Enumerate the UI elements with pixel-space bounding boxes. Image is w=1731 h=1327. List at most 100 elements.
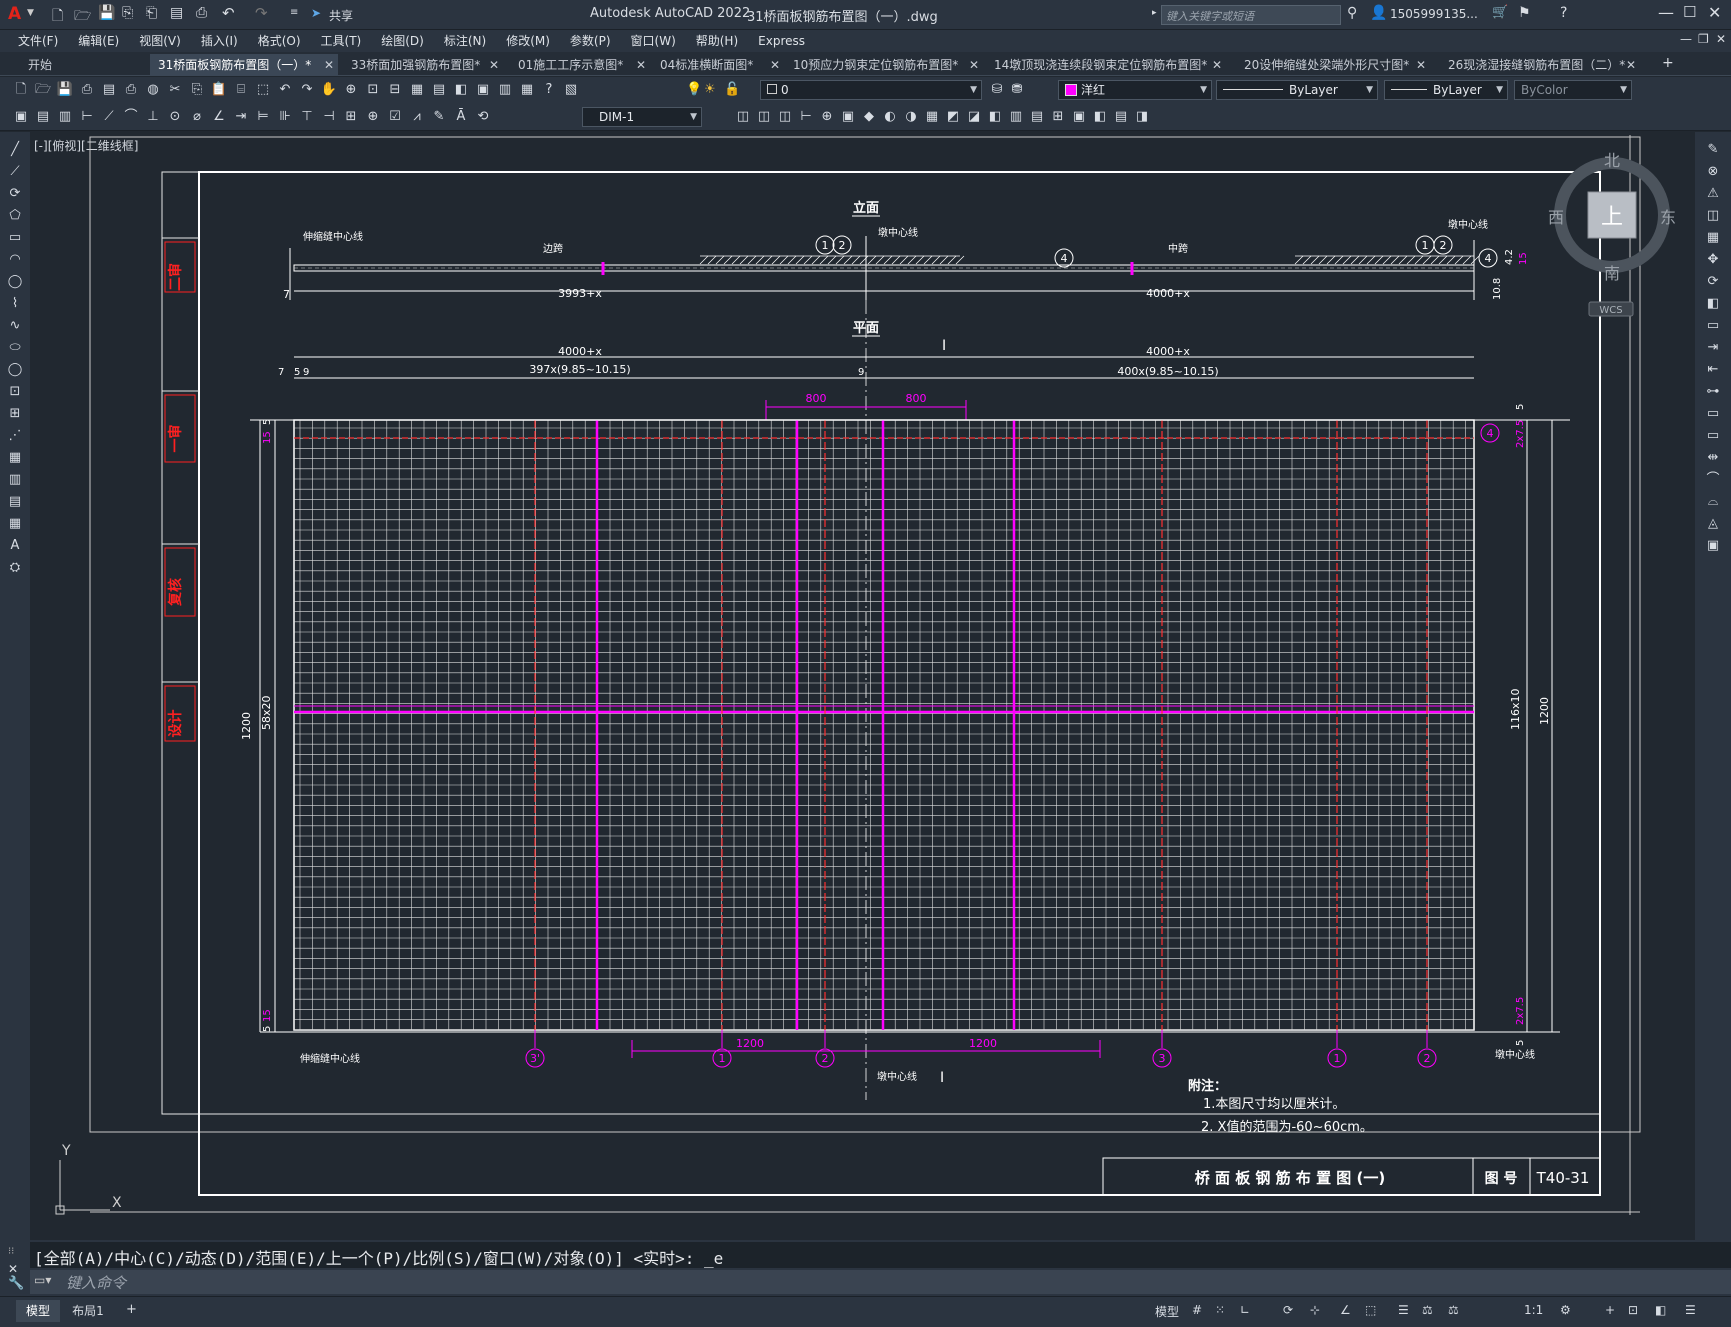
dim-linear-icon[interactable]: ⊢ (78, 109, 96, 125)
auto-scale-icon[interactable]: ⚖ (1448, 1303, 1459, 1317)
left-tool-6-icon[interactable]: ◯ (6, 274, 24, 290)
qat-redo-icon[interactable]: ↷ (255, 4, 268, 22)
t2-2-icon[interactable]: ◫ (755, 109, 773, 125)
dim-angular-icon[interactable]: ∠ (210, 109, 228, 125)
dim-space-icon[interactable]: ⊤ (298, 109, 316, 125)
center-mark-icon[interactable]: ⊕ (364, 109, 382, 125)
user-name[interactable]: 1505999135... (1390, 7, 1478, 21)
tb2-a-icon[interactable]: ▣ (12, 109, 30, 125)
t2-6-icon[interactable]: ▣ (839, 109, 857, 125)
left-tool-0-icon[interactable]: ╱ (6, 142, 24, 158)
doc-restore-icon[interactable]: ❐ (1698, 32, 1709, 46)
annomonitor-icon[interactable]: + (1605, 1303, 1615, 1317)
sheet-set-icon[interactable]: ▣ (474, 82, 492, 98)
zoom-window-icon[interactable]: ⊡ (364, 82, 382, 98)
right-tool-11-icon[interactable]: ⊶ (1704, 384, 1722, 400)
dim-continue-icon[interactable]: ⊪ (276, 109, 294, 125)
dim-update-icon[interactable]: ⟲ (474, 109, 492, 125)
share-button[interactable]: 共享 (329, 7, 353, 24)
quick-dim-icon[interactable]: ⇥ (232, 109, 250, 125)
right-tool-0-icon[interactable]: ✎ (1704, 142, 1722, 158)
zoom-prev-icon[interactable]: ⊟ (386, 82, 404, 98)
lineweight-icon[interactable]: ☰ (1398, 1303, 1409, 1317)
left-tool-8-icon[interactable]: ∿ (6, 318, 24, 334)
tab-close-icon[interactable]: ✕ (969, 54, 979, 76)
layer-sun-icon[interactable]: ☀ (704, 82, 716, 97)
dim-break-icon[interactable]: ⊣ (320, 109, 338, 125)
viewcube-top[interactable]: 上 (1601, 205, 1623, 230)
dim-edit-icon[interactable]: ✎ (430, 109, 448, 125)
model-space-button[interactable]: 模型 (1155, 1303, 1179, 1320)
undo-icon[interactable]: ↶ (276, 82, 294, 98)
tab-close-icon[interactable]: ✕ (1212, 54, 1222, 76)
right-tool-10-icon[interactable]: ⇤ (1704, 362, 1722, 378)
cart-icon[interactable]: 🛒 (1492, 5, 1508, 20)
workspace-icon[interactable]: ⚙ (1560, 1303, 1571, 1317)
doc-close-icon[interactable]: ✕ (1716, 32, 1726, 46)
right-tool-2-icon[interactable]: ⚠ (1704, 186, 1722, 202)
quick-props-icon[interactable]: ◧ (1655, 1303, 1666, 1317)
autocad-logo-icon[interactable]: A (8, 4, 21, 24)
layer-prev-icon[interactable]: ⛁ (988, 82, 1006, 98)
inspect-icon[interactable]: ☑ (386, 109, 404, 125)
dim-arc-icon[interactable]: ⌒ (122, 109, 140, 125)
cmd-close-icon[interactable]: ✕ (8, 1262, 18, 1276)
osnap-icon[interactable]: ⬚ (1365, 1303, 1376, 1317)
help-small-icon[interactable]: ? (540, 82, 558, 98)
minimize-icon[interactable]: — (1658, 3, 1674, 22)
left-tool-7-icon[interactable]: ⌇ (6, 296, 24, 312)
right-tool-12-icon[interactable]: ▭ (1704, 406, 1722, 422)
isodraft-icon[interactable]: ⊹ (1310, 1303, 1320, 1317)
search-input[interactable]: 键入关键字或短语 (1161, 5, 1341, 25)
match-icon[interactable]: ⌸ (232, 82, 250, 98)
dim-diameter-icon[interactable]: ⌀ (188, 109, 206, 125)
tb2-b-icon[interactable]: ▤ (34, 109, 52, 125)
layer-state-icon[interactable]: ⛃ (1008, 82, 1026, 98)
viewport-label[interactable]: [-][俯视][二维线框] (34, 138, 138, 153)
plotstyle-dropdown[interactable]: ByColor ▼ (1514, 80, 1632, 100)
t2-17-icon[interactable]: ▣ (1070, 109, 1088, 125)
viewcube-east[interactable]: 东 (1660, 208, 1676, 227)
viewcube[interactable]: 上 北 南 东 西 WCS (1548, 151, 1676, 317)
t2-8-icon[interactable]: ◐ (881, 109, 899, 125)
viewcube-south[interactable]: 南 (1604, 264, 1620, 283)
new-tab-icon[interactable]: + (1662, 55, 1674, 71)
linetype-dropdown[interactable]: ByLayer ▼ (1216, 80, 1378, 100)
menu-item-12[interactable]: Express (748, 30, 815, 52)
model-tab[interactable]: 模型 (16, 1300, 60, 1322)
grid-icon[interactable]: # (1192, 1303, 1202, 1317)
menu-item-3[interactable]: 插入(I) (191, 30, 248, 52)
menu-item-2[interactable]: 视图(V) (129, 30, 191, 52)
preview-icon[interactable]: ▤ (100, 82, 118, 98)
tab-close-icon[interactable]: ✕ (489, 54, 499, 76)
share-icon[interactable]: ➤ (311, 6, 321, 20)
tab-close-icon[interactable]: ✕ (1416, 54, 1426, 76)
3d-print-icon[interactable]: ◍ (144, 82, 162, 98)
cmd-grip-icon[interactable]: ⁝⁝ (8, 1246, 14, 1257)
layer-bulb-icon[interactable]: 💡 (686, 82, 702, 97)
layer-dropdown[interactable]: 0 ▼ (760, 80, 982, 100)
plot-icon[interactable]: ⎙ (78, 82, 96, 98)
user-icon[interactable]: 👤 (1370, 5, 1387, 21)
left-tool-10-icon[interactable]: ◯ (6, 362, 24, 378)
dimstyle-dropdown[interactable]: DIM-1 ▼ (582, 107, 702, 127)
tab-14[interactable]: 14墩顶现浇连续段钢束定位钢筋布置图* ✕ (986, 54, 1226, 76)
properties-icon[interactable]: ▦ (408, 82, 426, 98)
open-icon[interactable]: 🗁 (34, 82, 52, 98)
paste-icon[interactable]: 📋 (210, 82, 228, 98)
doc-minimize-icon[interactable]: — (1680, 32, 1692, 46)
cut-icon[interactable]: ✂ (166, 82, 184, 98)
annotation-scale[interactable]: 1:1 (1524, 1303, 1543, 1317)
t2-10-icon[interactable]: ▦ (923, 109, 941, 125)
annotation-visibility-icon[interactable]: ⚖ (1422, 1303, 1433, 1317)
qat-save-icon[interactable]: 💾 (98, 5, 115, 21)
tb2-c-icon[interactable]: ▥ (56, 109, 74, 125)
tab-10[interactable]: 10预应力钢束定位钢筋布置图* ✕ (785, 54, 983, 76)
customize-icon[interactable]: ☰ (1685, 1303, 1696, 1317)
left-tool-3-icon[interactable]: ⬠ (6, 208, 24, 224)
t2-1-icon[interactable]: ◫ (734, 109, 752, 125)
dim-ordinate-icon[interactable]: ⊥ (144, 109, 162, 125)
redo-icon[interactable]: ↷ (298, 82, 316, 98)
left-tool-15-icon[interactable]: ▥ (6, 472, 24, 488)
menu-item-6[interactable]: 绘图(D) (371, 30, 434, 52)
